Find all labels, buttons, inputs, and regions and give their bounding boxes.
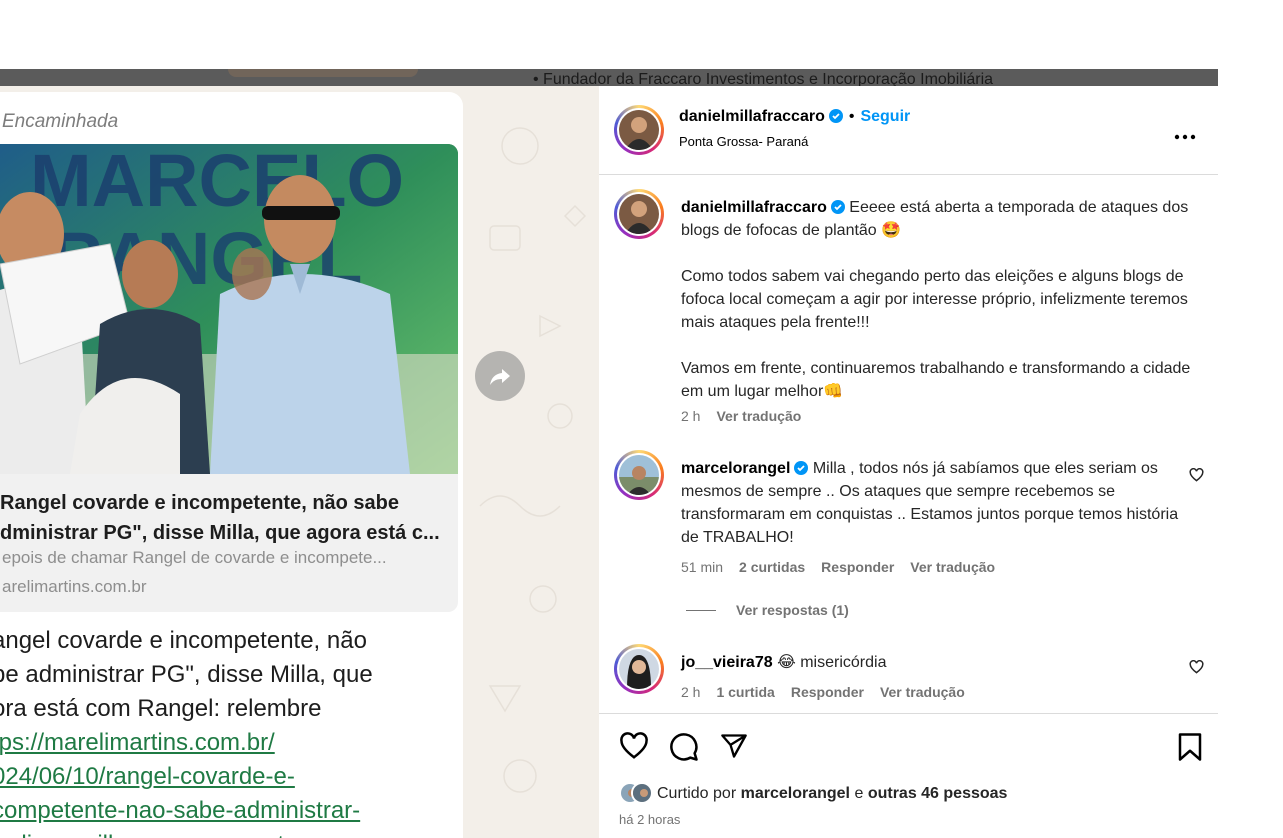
paper-plane-icon (721, 734, 747, 758)
comment-username[interactable]: jo__vieira78 (681, 654, 773, 671)
comment-time[interactable]: 2 h (681, 684, 700, 700)
caption-time[interactable]: 2 h (681, 408, 700, 424)
forwarded-label: Encaminhada (2, 111, 119, 132)
link-preview-card[interactable]: MARCELO RANGEL Rangel covarde e incompet… (0, 144, 458, 612)
post-location[interactable]: Ponta Grossa- Paraná (679, 134, 808, 149)
caption-paragraph-2: Como todos sabem vai chegando perto das … (681, 268, 1188, 331)
bookmark-icon (1178, 733, 1202, 761)
comment-likes[interactable]: 1 curtida (716, 684, 774, 700)
link-preview-domain: arelimartins.com.br (2, 577, 147, 596)
caption-author-avatar-image (619, 194, 659, 234)
follow-button[interactable]: Seguir (860, 108, 910, 125)
link-preview-title-line-2: dministrar PG", disse Milla, que agora e… (0, 522, 440, 544)
comment-like-button[interactable] (1189, 467, 1204, 487)
commenter-avatar[interactable] (614, 644, 664, 694)
author-avatar[interactable] (614, 105, 664, 155)
header-divider (599, 174, 1218, 175)
post-actions-bar (619, 732, 1209, 762)
liker-avatar (631, 782, 653, 804)
likes-summary: Curtido por marcelorangel e outras 46 pe… (619, 782, 1007, 804)
caption-author-avatar[interactable] (614, 189, 664, 239)
replies-line (686, 610, 716, 611)
likes-user[interactable]: marcelorangel (741, 785, 850, 802)
message-text: angel covarde e incompetente, não be adm… (0, 624, 432, 838)
link-preview-title: Rangel covarde e incompetente, não sabe … (0, 488, 450, 548)
verified-badge-icon (828, 109, 843, 123)
verified-badge-icon (794, 461, 809, 475)
commenter-avatar-image (619, 649, 659, 689)
comment-button[interactable] (669, 732, 699, 767)
forward-button[interactable] (475, 351, 525, 401)
background-bio-text: • Fundador da Fraccaro Investimentos e I… (533, 71, 994, 86)
comment-reply-button[interactable]: Responder (821, 559, 894, 575)
message-link-line-1[interactable]: tps://marelimartins.com.br/ (0, 726, 432, 760)
comment-body: 😂 misericórdia (777, 654, 887, 671)
caption-username[interactable]: danielmillafraccaro (681, 199, 827, 216)
likes-conjunction: e (854, 785, 864, 802)
post-timestamp[interactable]: há 2 horas (619, 812, 680, 827)
event-photo-illustration: MARCELO RANGEL (0, 144, 458, 474)
heart-outline-icon (1189, 467, 1204, 482)
view-replies-button[interactable]: Ver respostas (1) (686, 602, 865, 618)
caption-translate-link[interactable]: Ver tradução (716, 408, 801, 424)
forward-arrow-icon (490, 369, 510, 385)
heart-outline-icon (1189, 659, 1204, 674)
preview-photo: MARCELO RANGEL (0, 144, 458, 474)
comment-username[interactable]: marcelorangel (681, 460, 790, 477)
comment-time[interactable]: 51 min (681, 559, 723, 575)
save-button[interactable] (1177, 732, 1203, 767)
message-link-line-2[interactable]: 024/06/10/rangel-covarde-e- (0, 760, 432, 794)
comment-text: jo__vieira78 😂 misericórdia (681, 651, 1191, 674)
comment-bubble-icon (670, 733, 698, 761)
likes-others[interactable]: outras 46 pessoas (868, 785, 1008, 802)
svg-text:MARCELO: MARCELO (30, 144, 404, 222)
comment-translate-link[interactable]: Ver tradução (880, 684, 965, 700)
link-preview-title-line-1: Rangel covarde e incompetente, não sabe (0, 492, 400, 514)
actions-divider (599, 713, 1218, 714)
post-side-panel: danielmillafraccaro • Seguir Ponta Grossa-… (599, 86, 1218, 838)
comment-like-button[interactable] (1189, 659, 1204, 679)
whatsapp-message-bubble: Encaminhada MARCELO RANGEL Rangel covard… (0, 92, 463, 838)
like-button[interactable] (619, 732, 649, 765)
comment-meta: 51 min 2 curtidas Responder Ver tradução (681, 559, 1011, 575)
comment-text: marcelorangel Milla , todos nós já sabía… (681, 457, 1191, 549)
comment-translate-link[interactable]: Ver tradução (910, 559, 995, 575)
post-header-user: danielmillafraccaro • Seguir (679, 108, 910, 126)
page-right-margin (1218, 0, 1283, 838)
more-options-button[interactable] (1174, 120, 1196, 146)
message-line-1: angel covarde e incompetente, não (0, 627, 367, 654)
link-preview-description: epois de chamar Rangel de covarde e inco… (2, 548, 387, 567)
comment-reply-button[interactable]: Responder (791, 684, 864, 700)
message-link-line-4[interactable]: g-disse-milla-que-agora-esta-com- (0, 828, 432, 838)
background-profile-fragment (228, 69, 418, 77)
commenter-avatar-image (619, 455, 659, 495)
caption-meta: 2 h Ver tradução (681, 408, 817, 424)
caption-paragraph-3: Vamos em frente, continuaremos trabalhan… (681, 360, 1191, 400)
screen: • Fundador da Fraccaro Investimentos e I… (0, 0, 1283, 838)
caption-text: danielmillafraccaro Eeeee está aberta a … (681, 196, 1191, 403)
commenter-avatar[interactable] (614, 450, 664, 500)
share-button[interactable] (719, 732, 749, 765)
comment-likes[interactable]: 2 curtidas (739, 559, 805, 575)
author-username[interactable]: danielmillafraccaro (679, 108, 825, 125)
author-avatar-image (619, 110, 659, 150)
header-separator: • (848, 108, 855, 125)
more-horizontal-icon (1174, 134, 1196, 140)
message-link-line-3[interactable]: competente-nao-sabe-administrar- (0, 794, 432, 828)
view-replies-label: Ver respostas (1) (736, 602, 849, 618)
background-page-strip: • Fundador da Fraccaro Investimentos e I… (0, 69, 1218, 86)
message-line-2: be administrar PG", disse Milla, que (0, 661, 373, 688)
verified-badge-icon (830, 200, 845, 214)
likes-prefix: Curtido por (657, 785, 737, 802)
post-media[interactable]: Encaminhada MARCELO RANGEL Rangel covard… (0, 86, 599, 838)
heart-icon (620, 732, 648, 759)
comment-meta: 2 h 1 curtida Responder Ver tradução (681, 684, 981, 700)
message-line-3: ora está com Rangel: relembre (0, 695, 322, 722)
